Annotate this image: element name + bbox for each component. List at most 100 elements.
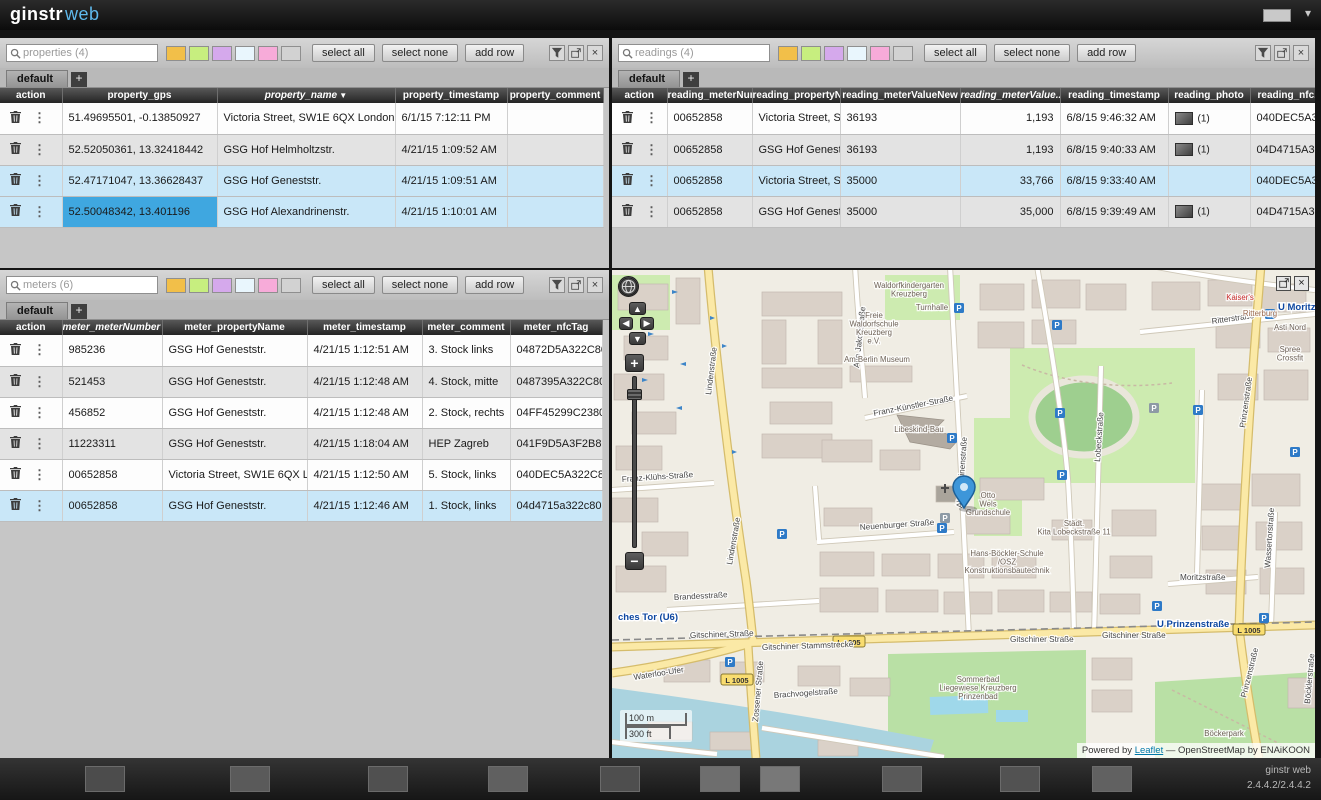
filter-icon[interactable] bbox=[1255, 45, 1271, 61]
table-cell[interactable]: 456852 bbox=[62, 397, 162, 428]
table-cell[interactable]: 4/21/15 1:12:50 AM bbox=[307, 459, 422, 490]
table-row[interactable]: ⋮ 52.50048342, 13.401196GSG Hof Alexandri… bbox=[0, 196, 603, 227]
delete-row-icon[interactable] bbox=[622, 142, 633, 157]
table-row[interactable]: ⋮00652858GSG Hof Geneststr.3500035,0006/… bbox=[612, 196, 1315, 227]
delete-row-icon[interactable] bbox=[10, 498, 21, 513]
color-swatch[interactable] bbox=[824, 46, 844, 61]
pan-down-button[interactable]: ▼ bbox=[629, 332, 646, 345]
taskbar-item[interactable] bbox=[1000, 766, 1040, 792]
table-cell[interactable]: 00652858 bbox=[667, 103, 752, 134]
table-cell[interactable]: 52.52050361, 13.32418442 bbox=[62, 134, 217, 165]
delete-row-icon[interactable] bbox=[622, 173, 633, 188]
photo-thumbnail[interactable] bbox=[1175, 205, 1193, 218]
table-row[interactable]: ⋮51.49695501, -0.13850927Victoria Street… bbox=[0, 103, 603, 134]
color-swatch[interactable] bbox=[778, 46, 798, 61]
select-all-button[interactable]: select all bbox=[312, 276, 375, 294]
table-cell[interactable]: 6/1/15 7:12:11 PM bbox=[395, 103, 507, 134]
table-cell[interactable]: GSG Hof Helmholtzstr. bbox=[217, 134, 395, 165]
table-cell[interactable]: 3. Stock links bbox=[422, 335, 510, 366]
row-menu-icon[interactable]: ⋮ bbox=[33, 204, 46, 220]
table-cell[interactable]: GSG Hof Geneststr. bbox=[217, 165, 395, 196]
table-cell[interactable]: 521453 bbox=[62, 366, 162, 397]
table-row[interactable]: ⋮00652858GSG Hof Geneststr.361931,1936/8… bbox=[612, 134, 1315, 165]
table-cell[interactable]: 04FF45299C2380 bbox=[510, 397, 602, 428]
zoom-in-button[interactable]: + bbox=[625, 354, 644, 372]
taskbar-item[interactable] bbox=[882, 766, 922, 792]
column-header[interactable]: meter_timestamp bbox=[307, 320, 422, 335]
table-cell[interactable]: GSG Hof Alexandrinenstr. bbox=[217, 196, 395, 227]
filter-icon[interactable] bbox=[549, 45, 565, 61]
row-menu-icon[interactable]: ⋮ bbox=[645, 173, 658, 189]
search-input[interactable] bbox=[23, 279, 147, 291]
table-row[interactable]: ⋮00652858Victoria Street, SW1E 6QX Londo… bbox=[0, 459, 602, 490]
table-cell[interactable]: 04d4715a322c80 bbox=[510, 490, 602, 521]
table-cell[interactable] bbox=[507, 196, 603, 227]
column-header[interactable]: reading_timestamp bbox=[1060, 88, 1168, 103]
maximize-panel-icon[interactable] bbox=[1274, 45, 1290, 61]
add-tab-button[interactable]: + bbox=[683, 72, 699, 87]
column-header[interactable]: action bbox=[0, 320, 62, 335]
table-cell[interactable]: 4/21/15 1:12:51 AM bbox=[307, 335, 422, 366]
color-swatch[interactable] bbox=[212, 278, 232, 293]
table-cell[interactable]: 1. Stock, links bbox=[422, 490, 510, 521]
add-row-button[interactable]: add row bbox=[1077, 44, 1136, 62]
color-swatch[interactable] bbox=[235, 278, 255, 293]
table-cell[interactable]: 35,000 bbox=[960, 196, 1060, 227]
color-swatch[interactable] bbox=[189, 46, 209, 61]
select-all-button[interactable]: select all bbox=[924, 44, 987, 62]
delete-row-icon[interactable] bbox=[10, 173, 21, 188]
column-header[interactable]: meter_nfcTag bbox=[510, 320, 602, 335]
table-cell[interactable]: 0487395A322C80 bbox=[510, 366, 602, 397]
taskbar-item[interactable] bbox=[368, 766, 408, 792]
close-panel-icon[interactable]: × bbox=[1293, 45, 1309, 61]
color-swatch[interactable] bbox=[801, 46, 821, 61]
row-menu-icon[interactable]: ⋮ bbox=[33, 173, 46, 189]
table-cell[interactable]: GSG Hof Geneststr. bbox=[162, 490, 307, 521]
pan-up-button[interactable]: ▲ bbox=[629, 302, 646, 315]
color-swatch[interactable] bbox=[281, 278, 301, 293]
delete-row-icon[interactable] bbox=[622, 204, 633, 219]
table-cell[interactable]: 4. Stock, mitte bbox=[422, 366, 510, 397]
taskbar-item[interactable] bbox=[1092, 766, 1132, 792]
table-cell[interactable]: 6/8/15 9:46:32 AM bbox=[1060, 103, 1168, 134]
select-none-button[interactable]: select none bbox=[994, 44, 1070, 62]
color-swatch[interactable] bbox=[893, 46, 913, 61]
table-row[interactable]: ⋮00652858Victoria Street, SW1...3500033,… bbox=[612, 165, 1315, 196]
color-swatch[interactable] bbox=[258, 46, 278, 61]
color-swatch[interactable] bbox=[166, 278, 186, 293]
table-cell[interactable]: 00652858 bbox=[667, 196, 752, 227]
table-cell[interactable]: 4/21/15 1:18:04 AM bbox=[307, 428, 422, 459]
delete-row-icon[interactable] bbox=[10, 142, 21, 157]
pan-left-button[interactable]: ◀ bbox=[619, 317, 633, 330]
table-cell[interactable]: 00652858 bbox=[667, 165, 752, 196]
column-header[interactable]: meter_propertyName bbox=[162, 320, 307, 335]
table-cell[interactable]: GSG Hof Geneststr. bbox=[752, 196, 840, 227]
table-cell[interactable]: GSG Hof Geneststr. bbox=[162, 335, 307, 366]
table-row[interactable]: ⋮456852GSG Hof Geneststr.4/21/15 1:12:48… bbox=[0, 397, 602, 428]
dropdown-caret-icon[interactable]: ▾ bbox=[1305, 6, 1311, 20]
column-header[interactable]: meter_comment bbox=[422, 320, 510, 335]
table-cell[interactable]: 2. Stock, rechts bbox=[422, 397, 510, 428]
color-swatch[interactable] bbox=[281, 46, 301, 61]
table-row[interactable]: ⋮521453GSG Hof Geneststr.4/21/15 1:12:48… bbox=[0, 366, 602, 397]
table-cell[interactable]: 52.50048342, 13.401196 bbox=[62, 196, 217, 227]
add-row-button[interactable]: add row bbox=[465, 276, 524, 294]
table-cell[interactable]: (1) bbox=[1168, 103, 1250, 134]
taskbar-item[interactable] bbox=[700, 766, 740, 792]
map-globe-button[interactable] bbox=[618, 276, 639, 297]
column-header[interactable]: reading_nfc... bbox=[1250, 88, 1315, 103]
taskbar-item[interactable] bbox=[760, 766, 800, 792]
table-cell[interactable]: 1,193 bbox=[960, 103, 1060, 134]
taskbar-item[interactable] bbox=[600, 766, 640, 792]
delete-row-icon[interactable] bbox=[10, 204, 21, 219]
delete-row-icon[interactable] bbox=[10, 405, 21, 420]
color-swatch[interactable] bbox=[258, 278, 278, 293]
table-cell[interactable]: 33,766 bbox=[960, 165, 1060, 196]
zoom-out-button[interactable]: − bbox=[625, 552, 644, 570]
column-header[interactable]: reading_photo bbox=[1168, 88, 1250, 103]
table-cell[interactable]: 51.49695501, -0.13850927 bbox=[62, 103, 217, 134]
table-cell[interactable] bbox=[1168, 165, 1250, 196]
maximize-map-icon[interactable] bbox=[1276, 276, 1291, 291]
table-cell[interactable]: 6/8/15 9:40:33 AM bbox=[1060, 134, 1168, 165]
table-cell[interactable]: Victoria Street, SW1... bbox=[752, 103, 840, 134]
